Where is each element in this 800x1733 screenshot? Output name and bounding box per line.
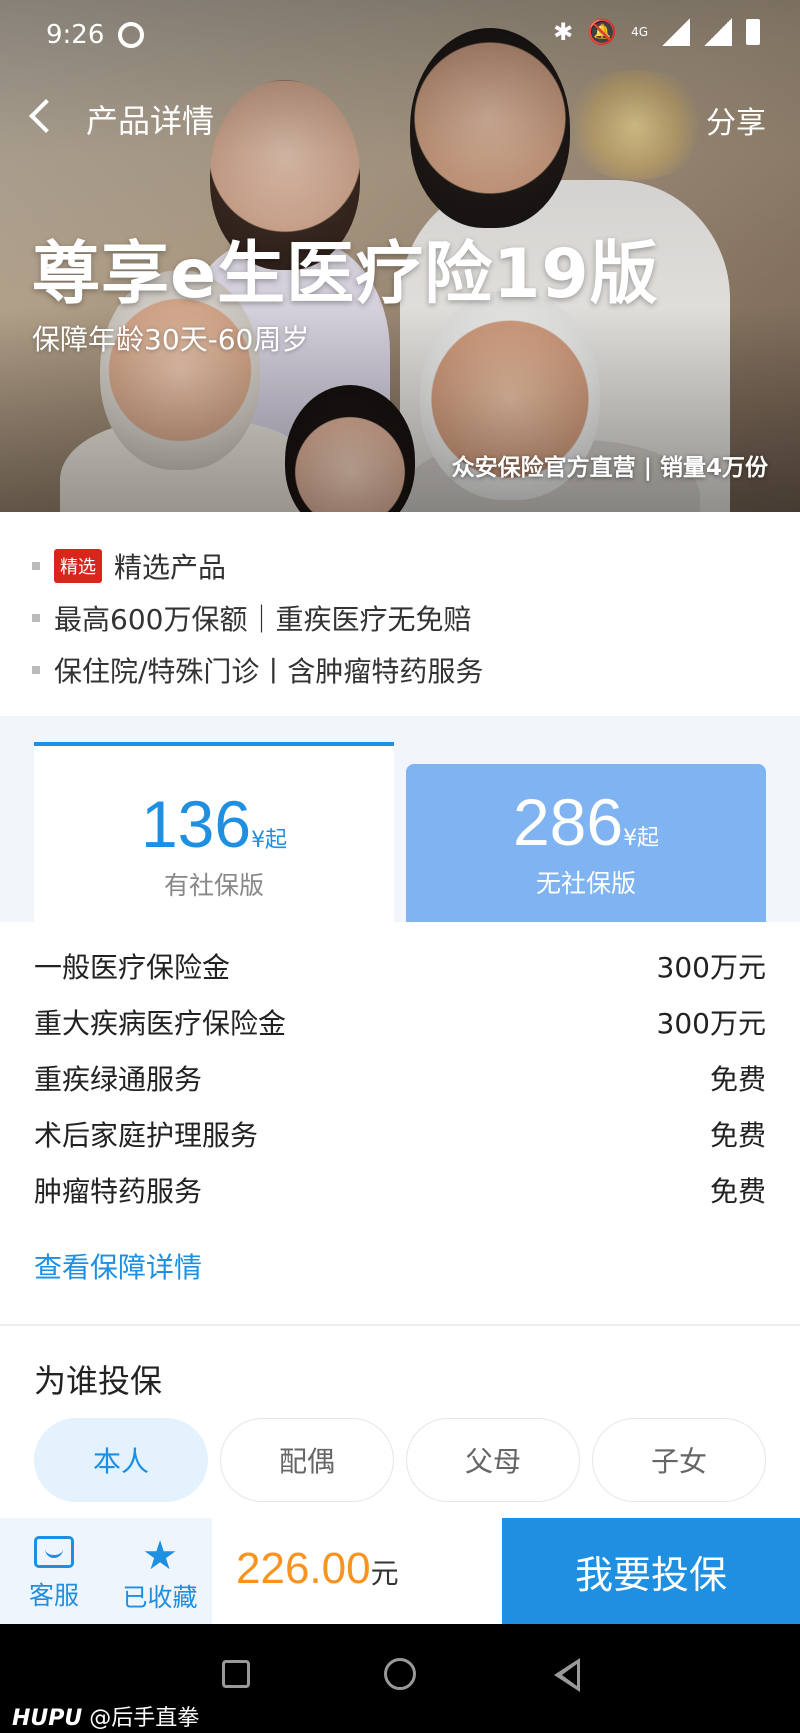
coverage-row: 重大疾病医疗保险金 300万元 xyxy=(34,1002,766,1042)
mute-bell-icon: 🔕 xyxy=(587,18,618,46)
total-price: 226.00元 xyxy=(236,1544,399,1594)
coverage-value: 免费 xyxy=(709,1119,766,1152)
coverage-row: 重疾绿通服务 免费 xyxy=(34,1058,766,1098)
product-detail-page: 9:26 ✱ 🔕 4G 产品详情 分享 尊享e生医疗险19版 保障年龄30天-6… xyxy=(0,0,800,1733)
signal-icon xyxy=(704,18,732,46)
watermark-brand: HUPU xyxy=(12,1706,83,1731)
product-title: 尊享e生医疗险19版 xyxy=(32,235,659,314)
status-time: 9:26 xyxy=(46,20,105,50)
coverage-row: 术后家庭护理服务 免费 xyxy=(34,1114,766,1154)
nav-bar: 产品详情 分享 xyxy=(0,80,800,156)
watermark-user: @后手直拳 xyxy=(89,1706,200,1731)
feature-item: 最高600万保额｜重疾医疗无免赔 xyxy=(0,592,800,644)
plan-option-with-insurance[interactable]: 136¥起 有社保版 xyxy=(34,742,394,922)
coverage-row: 肿瘤特药服务 免费 xyxy=(34,1170,766,1210)
total-price-unit: 元 xyxy=(370,1558,399,1589)
plan-name: 无社保版 xyxy=(535,869,636,898)
plan-price: 136 xyxy=(140,787,252,861)
coverage-value: 300万元 xyxy=(656,1007,766,1040)
coverage-label: 重疾绿通服务 xyxy=(34,1063,203,1096)
plan-price-unit: ¥起 xyxy=(623,826,660,851)
plan-price: 286 xyxy=(512,785,624,859)
share-button[interactable]: 分享 xyxy=(706,98,766,142)
coverage-label: 肿瘤特药服务 xyxy=(34,1175,203,1208)
bullet-icon xyxy=(32,666,40,674)
coverage-value: 300万元 xyxy=(656,951,766,984)
netease-music-icon xyxy=(118,22,144,48)
featured-badge: 精选 xyxy=(54,549,102,583)
bottom-action-bar: 客服 ★ 已收藏 226.00元 我要投保 xyxy=(0,1518,800,1624)
recents-icon[interactable] xyxy=(222,1660,250,1688)
bottom-icon-group: 客服 ★ 已收藏 xyxy=(0,1518,212,1624)
plan-option-without-insurance[interactable]: 286¥起 无社保版 xyxy=(406,764,766,922)
coverage-value: 免费 xyxy=(709,1175,766,1208)
feature-list: 精选 精选产品 最高600万保额｜重疾医疗无免赔 保住院/特殊门诊丨含肿瘤特药服… xyxy=(0,512,800,716)
plan-name: 有社保版 xyxy=(163,871,264,900)
total-price-value: 226.00 xyxy=(236,1544,371,1593)
bullet-icon xyxy=(32,614,40,622)
bullet-icon xyxy=(32,562,40,570)
feature-item: 保住院/特殊门诊丨含肿瘤特药服务 xyxy=(0,644,800,696)
watermark: HUPU @后手直拳 xyxy=(12,1700,199,1732)
nav-title: 产品详情 xyxy=(86,102,215,140)
plan-price-row: 136¥起 xyxy=(34,786,394,862)
battery-icon xyxy=(746,19,760,45)
bluetooth-icon: ✱ xyxy=(553,18,574,46)
feature-text: 精选产品 xyxy=(114,551,227,584)
feature-text: 最高600万保额｜重疾医疗无免赔 xyxy=(54,603,472,636)
favorite-label: 已收藏 xyxy=(122,1583,198,1612)
signal-icon xyxy=(662,18,690,46)
coverage-label: 术后家庭护理服务 xyxy=(34,1119,259,1152)
coverage-list: 一般医疗保险金 300万元 重大疾病医疗保险金 300万元 重疾绿通服务 免费 … xyxy=(0,922,800,1326)
chat-icon xyxy=(34,1536,74,1568)
product-age-range: 保障年龄30天-60周岁 xyxy=(32,323,310,356)
star-icon: ★ xyxy=(142,1533,178,1579)
feature-item: 精选 精选产品 xyxy=(0,540,800,592)
coverage-label: 重大疾病医疗保险金 xyxy=(34,1007,287,1040)
coverage-row: 一般医疗保险金 300万元 xyxy=(34,946,766,986)
insured-option-parents[interactable]: 父母 xyxy=(406,1418,580,1502)
hero-banner: 9:26 ✱ 🔕 4G 产品详情 分享 尊享e生医疗险19版 保障年龄30天-6… xyxy=(0,0,800,512)
plan-price-row: 286¥起 xyxy=(406,784,766,860)
insured-option-spouse[interactable]: 配偶 xyxy=(220,1418,394,1502)
customer-service-button[interactable]: 客服 xyxy=(4,1536,104,1612)
coverage-details-link[interactable]: 查看保障详情 xyxy=(34,1246,202,1286)
insured-option-self[interactable]: 本人 xyxy=(34,1418,208,1502)
insured-section-title: 为谁投保 xyxy=(34,1362,163,1400)
network-type: 4G xyxy=(631,25,648,39)
coverage-label: 一般医疗保险金 xyxy=(34,951,231,984)
customer-service-label: 客服 xyxy=(28,1581,79,1610)
buy-button[interactable]: 我要投保 xyxy=(502,1518,800,1624)
favorite-button[interactable]: ★ 已收藏 xyxy=(110,1536,210,1614)
insured-option-children[interactable]: 子女 xyxy=(592,1418,766,1502)
status-icons: ✱ 🔕 4G xyxy=(553,18,760,46)
insured-selector: 为谁投保 本人 配偶 父母 子女 xyxy=(0,1326,800,1518)
status-bar: 9:26 ✱ 🔕 4G xyxy=(0,0,800,72)
feature-text: 保住院/特殊门诊丨含肿瘤特药服务 xyxy=(54,655,484,688)
back-arrow-icon[interactable] xyxy=(29,99,63,133)
home-icon[interactable] xyxy=(384,1658,416,1690)
product-sales-tag: 众安保险官方直营 | 销量4万份 xyxy=(451,455,768,481)
back-triangle-inner xyxy=(562,1664,577,1686)
plan-price-unit: ¥起 xyxy=(251,828,288,853)
coverage-value: 免费 xyxy=(709,1063,766,1096)
